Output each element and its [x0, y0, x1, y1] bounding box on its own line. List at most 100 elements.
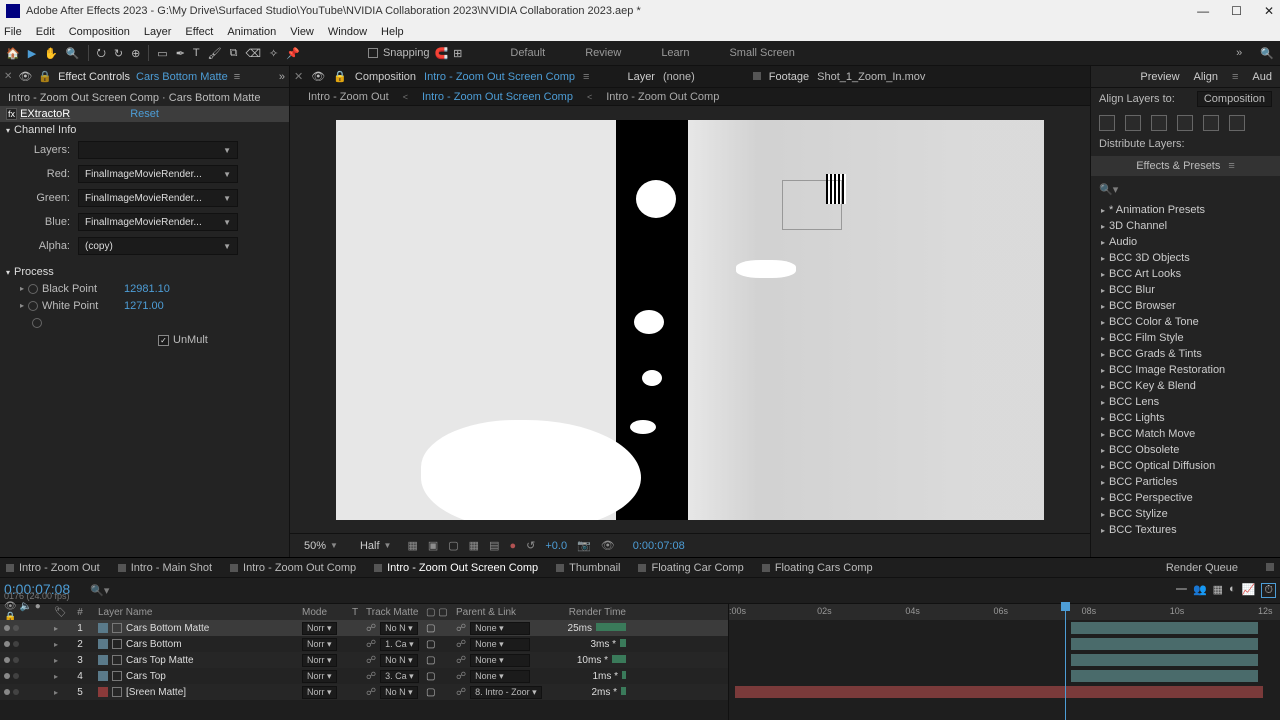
eraser-tool-icon[interactable]: ⌫	[245, 47, 261, 60]
preset-folder[interactable]: ▸BCC Perspective	[1095, 490, 1276, 506]
align-vcenter-icon[interactable]	[1203, 115, 1219, 131]
menu-file[interactable]: File	[4, 26, 22, 38]
preset-folder[interactable]: ▸BCC Image Restoration	[1095, 362, 1276, 378]
render-queue-tab[interactable]: Render Queue	[1166, 562, 1238, 574]
timeline-tab[interactable]: Floating Cars Comp	[762, 562, 873, 574]
preset-folder[interactable]: ▸BCC Art Looks	[1095, 266, 1276, 282]
close-tab-icon[interactable]: ✕	[4, 71, 12, 82]
layer-bar[interactable]	[1071, 654, 1258, 666]
panel-layer[interactable]: Cars Bottom Matte	[136, 71, 228, 83]
timeline-tab[interactable]: Intro - Zoom Out Screen Comp	[374, 562, 538, 574]
layers-dropdown[interactable]: ▼	[78, 141, 238, 159]
workspace-default[interactable]: Default	[510, 47, 545, 59]
timeline-tab[interactable]: Floating Car Comp	[638, 562, 743, 574]
search-icon[interactable]: 🔍	[1260, 47, 1274, 60]
comp-crumb-3[interactable]: Intro - Zoom Out Comp	[606, 91, 719, 103]
preset-folder[interactable]: ▸BCC Obsolete	[1095, 442, 1276, 458]
twirl-icon[interactable]: ▸	[20, 284, 24, 293]
align-right-icon[interactable]	[1151, 115, 1167, 131]
black-point-value[interactable]: 12981.10	[124, 283, 170, 295]
layer-bar[interactable]	[1071, 670, 1258, 682]
timeline-tab[interactable]: Intro - Main Shot	[118, 562, 212, 574]
exposure-value[interactable]: +0.0	[545, 540, 567, 552]
layer-bar[interactable]	[735, 686, 1264, 698]
layer-row[interactable]: ▸4Cars TopNorr ▾☍3. Ca ▾▢☍None ▾1ms *	[0, 668, 728, 684]
fx-badge[interactable]: fx	[6, 108, 17, 120]
layer-bar[interactable]	[1071, 638, 1258, 650]
show-snapshot-icon[interactable]: 👁	[601, 539, 615, 552]
pen-tool-icon[interactable]: ✒	[176, 47, 185, 60]
snapshot-icon[interactable]: 📷	[577, 539, 591, 552]
preset-folder[interactable]: ▸* Animation Presets	[1095, 202, 1276, 218]
timeline-tab[interactable]: Intro - Zoom Out	[6, 562, 100, 574]
roto-tool-icon[interactable]: ✧	[269, 47, 278, 60]
brush-tool-icon[interactable]: 🖌	[208, 47, 222, 60]
layer-row[interactable]: ▸5[Sreen Matte]Norr ▾☍No N ▾▢☍8. Intro -…	[0, 684, 728, 700]
workspace-review[interactable]: Review	[585, 47, 621, 59]
resolution-dropdown[interactable]: Half▼	[354, 537, 397, 555]
comp-crumb-1[interactable]: Intro - Zoom Out	[308, 91, 389, 103]
menu-effect[interactable]: Effect	[185, 26, 213, 38]
panel-menu-icon[interactable]: ≡	[234, 71, 240, 83]
text-tool-icon[interactable]: T	[193, 47, 200, 59]
anchor-tool-icon[interactable]: ⊕	[131, 47, 140, 60]
stopwatch-icon[interactable]	[28, 284, 38, 294]
guides-icon[interactable]: ▤	[489, 539, 499, 552]
region-icon[interactable]: ▢	[448, 539, 458, 552]
comp-crumb-2[interactable]: Intro - Zoom Out Screen Comp	[422, 91, 573, 103]
toggle-transparency-icon[interactable]: ▦	[407, 539, 417, 552]
close-button[interactable]: ✕	[1264, 4, 1274, 18]
minimize-button[interactable]: —	[1197, 4, 1209, 18]
close-tab-icon[interactable]: ✕	[294, 70, 303, 83]
menu-edit[interactable]: Edit	[36, 26, 55, 38]
unmult-checkbox[interactable]: ✓	[158, 335, 169, 346]
stopwatch-icon[interactable]	[32, 318, 42, 328]
snapping-checkbox[interactable]	[368, 48, 378, 58]
twirl-icon[interactable]: ▾	[6, 126, 10, 135]
eye-icon[interactable]: 👁	[18, 70, 32, 83]
lock-icon[interactable]: 🔒	[333, 70, 347, 83]
overflow-icon[interactable]: »	[1236, 47, 1242, 59]
menu-window[interactable]: Window	[328, 26, 367, 38]
preset-folder[interactable]: ▸3D Channel	[1095, 218, 1276, 234]
align-left-icon[interactable]	[1099, 115, 1115, 131]
preview-tab[interactable]: Preview	[1140, 71, 1179, 83]
graph-editor-icon[interactable]: 📈	[1242, 583, 1256, 598]
preset-folder[interactable]: ▸BCC Color & Tone	[1095, 314, 1276, 330]
render-time-icon[interactable]: ⏱	[1261, 583, 1276, 598]
time-ruler[interactable]: :00s02s04s06s08s10s12s	[729, 604, 1280, 620]
toggle-mask-icon[interactable]: ▣	[428, 539, 438, 552]
menu-view[interactable]: View	[290, 26, 314, 38]
preset-folder[interactable]: ▸Audio	[1095, 234, 1276, 250]
lock-icon[interactable]: 🔒	[38, 70, 52, 83]
preset-folder[interactable]: ▸BCC Match Move	[1095, 426, 1276, 442]
magnet-icon[interactable]: 🧲	[434, 47, 448, 60]
align-tab[interactable]: Align	[1194, 71, 1218, 83]
effect-name[interactable]: EXtractoR	[20, 108, 70, 120]
layer-bar[interactable]	[1071, 622, 1258, 634]
zoom-dropdown[interactable]: 50%▼	[298, 537, 344, 555]
home-icon[interactable]: 🏠	[6, 47, 20, 60]
align-top-icon[interactable]	[1177, 115, 1193, 131]
preset-folder[interactable]: ▸BCC Textures	[1095, 522, 1276, 538]
timeline-search-icon[interactable]: 🔍▾	[90, 584, 109, 597]
hand-tool-icon[interactable]: ✋	[44, 47, 58, 60]
preset-folder[interactable]: ▸BCC Optical Diffusion	[1095, 458, 1276, 474]
preset-folder[interactable]: ▸BCC Key & Blend	[1095, 378, 1276, 394]
orbit-tool-icon[interactable]: ⭮	[97, 44, 106, 63]
preset-folder[interactable]: ▸BCC Grads & Tints	[1095, 346, 1276, 362]
layer-row[interactable]: ▸1Cars Bottom MatteNorr ▾☍No N ▾▢☍None ▾…	[0, 620, 728, 636]
preset-folder[interactable]: ▸BCC Film Style	[1095, 330, 1276, 346]
rotate-tool-icon[interactable]: ↻	[114, 47, 123, 60]
align-to-dropdown[interactable]: Composition	[1197, 91, 1272, 107]
layer-row[interactable]: ▸2Cars BottomNorr ▾☍1. Ca ▾▢☍None ▾3ms *	[0, 636, 728, 652]
pin-tool-icon[interactable]: 📌	[286, 47, 300, 60]
align-bottom-icon[interactable]	[1229, 115, 1245, 131]
comp-marker-icon[interactable]: ⎯⎯	[1176, 583, 1187, 598]
audio-tab[interactable]: Aud	[1252, 71, 1272, 83]
selection-tool-icon[interactable]: ▶	[28, 47, 36, 60]
composition-viewer[interactable]	[290, 106, 1090, 533]
reset-exposure-icon[interactable]: ↺	[526, 539, 535, 552]
twirl-icon[interactable]: ▾	[6, 268, 10, 277]
snap-options-icon[interactable]: ⊞	[453, 47, 462, 60]
